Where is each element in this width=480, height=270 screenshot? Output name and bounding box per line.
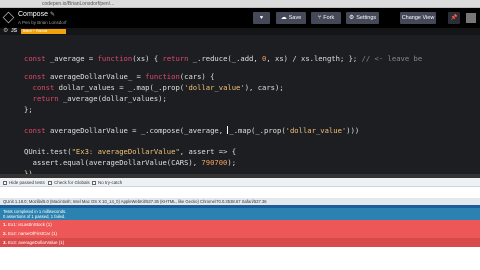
code-content[interactable]: const _average = function(xs) { return _… — [24, 54, 422, 178]
pen-header: Compose ✎ A Pen by Brian Lonsdorf ♥ ☁ Save… — [0, 8, 480, 28]
save-button[interactable]: ☁ Save — [276, 12, 306, 24]
cloud-icon: ☁ — [280, 15, 287, 21]
change-view-label: Change View — [401, 15, 435, 21]
test-label: Ex1: isLastInStock (1) — [8, 222, 52, 227]
test-result-row[interactable]: 2. Ex2: nameOfFirstCar (1) — [0, 229, 480, 238]
pen-title[interactable]: Compose ✎ — [18, 11, 55, 19]
js-editor[interactable]: ⚙ JS Babel + Ramda const _average = func… — [0, 28, 480, 178]
code-line: const averageDollarValue = _.compose(_av… — [24, 126, 360, 135]
fork-label: Fork — [323, 15, 335, 21]
browser-toolbar: codepen.io/BrianLonsdorf/pen/... — [0, 0, 480, 15]
code-line: }; — [24, 105, 33, 114]
test-label: Ex3: averageDollarValue (1) — [8, 240, 65, 245]
save-label: Save — [288, 15, 302, 21]
change-view-button[interactable]: Change View — [400, 12, 436, 24]
code-line: return _average(dollar_values); — [32, 94, 167, 103]
test-label: Ex2: nameOfFirstCar (1) — [8, 231, 58, 236]
pin-icon: 📌 — [450, 15, 458, 21]
editor-language: JS — [11, 28, 18, 34]
editor-gear-icon[interactable]: ⚙ — [3, 28, 8, 35]
no-try-catch-label: No try-catch — [98, 180, 123, 185]
code-line: const averageDollarValue_ = function(car… — [24, 72, 215, 81]
window-controls — [4, 2, 34, 15]
no-try-catch-checkbox[interactable]: No try-catch — [92, 180, 122, 186]
code-line: const dollar_values = _.map(_.prop('doll… — [32, 83, 284, 92]
test-number: 3. — [3, 240, 7, 245]
pen-author: A Pen by Brian Lonsdorf — [18, 20, 67, 25]
qunit-spacer — [0, 187, 480, 198]
editor-header: ⚙ JS Babel + Ramda — [0, 28, 480, 35]
settings-button[interactable]: ⚙ Settings — [346, 12, 379, 24]
preprocessor-badge: Babel + Ramda — [21, 29, 66, 34]
pen-title-text: Compose — [18, 11, 48, 18]
result-pane: Hide passed tests Check for Globals No t… — [0, 178, 480, 270]
address-bar[interactable]: codepen.io/BrianLonsdorf/pen/... — [42, 1, 202, 7]
settings-label: Settings — [356, 15, 377, 21]
test-number: 2. — [3, 231, 7, 236]
edit-pencil-icon[interactable]: ✎ — [50, 12, 55, 18]
hide-passed-label: Hide passed tests — [9, 180, 45, 185]
qunit-toolbar: Hide passed tests Check for Globals No t… — [0, 178, 480, 187]
hide-passed-checkbox[interactable]: Hide passed tests — [3, 180, 45, 186]
text-cursor — [227, 126, 229, 134]
fork-button[interactable]: ⑂ Fork — [311, 12, 341, 24]
summary-line: 0 assertions of 1 passed, 1 failed. — [3, 214, 66, 219]
code-line: assert.equal(averageDollarValue(CARS), 7… — [24, 158, 237, 167]
fork-icon: ⑂ — [317, 15, 322, 21]
test-summary: Tests completed in 1 milliseconds. 0 ass… — [0, 208, 480, 220]
user-agent: QUnit 1.18.0; Mozilla/5.0 (Macintosh; In… — [0, 198, 480, 205]
heart-icon: ♥ — [259, 15, 264, 21]
pin-button[interactable]: 📌 — [448, 12, 460, 24]
test-result-row[interactable]: 1. Ex1: isLastInStock (1) — [0, 220, 480, 229]
test-result-row[interactable]: 3. Ex3: averageDollarValue (1) — [0, 238, 480, 247]
codepen-logo-icon[interactable] — [2, 11, 15, 24]
heart-button[interactable]: ♥ — [253, 12, 270, 24]
check-globals-label: Check for Globals — [54, 180, 90, 185]
check-globals-checkbox[interactable]: Check for Globals — [48, 180, 90, 186]
screen: { "browser": { "url": "codepen.io/BrianL… — [0, 0, 480, 270]
gear-icon: ⚙ — [348, 15, 355, 21]
test-number: 1. — [3, 222, 7, 227]
code-line: QUnit.test("Ex3: averageDollarValue", as… — [24, 147, 237, 156]
code-line: const _average = function(xs) { return _… — [24, 54, 423, 63]
avatar[interactable] — [466, 13, 476, 23]
